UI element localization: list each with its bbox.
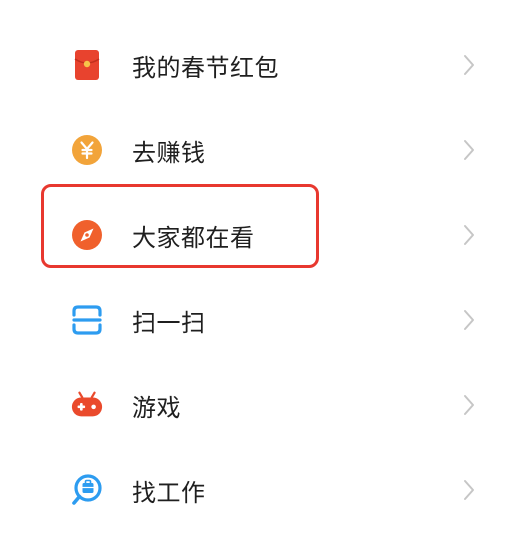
menu-item-scan[interactable]: 扫一扫 <box>0 277 520 363</box>
menu-item-label: 游戏 <box>132 393 181 422</box>
menu-item-label: 我的春节红包 <box>132 53 279 82</box>
chevron-right-icon <box>464 225 474 245</box>
menu-item-label: 大家都在看 <box>132 223 255 252</box>
gamepad-icon <box>70 388 104 422</box>
menu-item-everyone-watching[interactable]: 大家都在看 <box>0 192 520 278</box>
menu-item-label: 扫一扫 <box>132 308 206 337</box>
discover-menu: 我的春节红包 去赚钱 大家都在看 扫一扫 游戏 找工作 <box>0 0 520 544</box>
chevron-right-icon <box>464 480 474 500</box>
chevron-right-icon <box>464 395 474 415</box>
menu-item-spring-festival-red-envelope[interactable]: 我的春节红包 <box>0 22 520 108</box>
chevron-right-icon <box>464 310 474 330</box>
menu-item-games[interactable]: 游戏 <box>0 362 520 448</box>
compass-icon <box>70 218 104 252</box>
red-envelope-icon <box>70 48 104 82</box>
chevron-right-icon <box>464 140 474 160</box>
scan-icon <box>70 303 104 337</box>
menu-item-earn-money[interactable]: 去赚钱 <box>0 107 520 193</box>
job-search-icon <box>70 473 104 507</box>
menu-item-label: 找工作 <box>132 478 206 507</box>
menu-item-find-job[interactable]: 找工作 <box>0 447 520 533</box>
chevron-right-icon <box>464 55 474 75</box>
menu-item-label: 去赚钱 <box>132 138 206 167</box>
yuan-coin-icon <box>70 133 104 167</box>
